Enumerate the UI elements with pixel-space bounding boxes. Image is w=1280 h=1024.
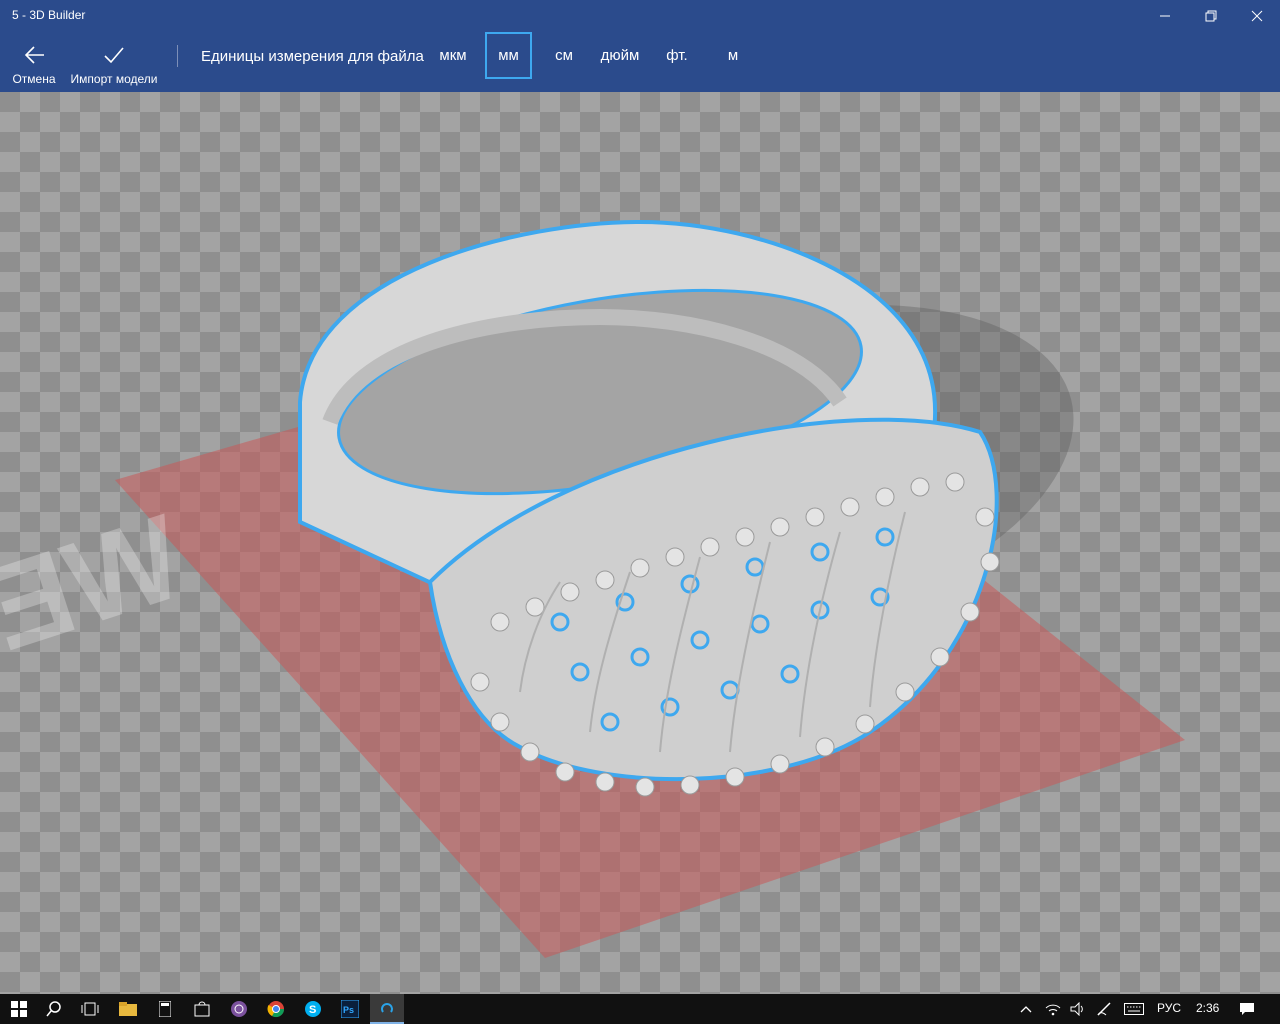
keyboard-icon xyxy=(1124,1003,1144,1015)
wifi-icon xyxy=(1045,1004,1061,1016)
minimize-button[interactable] xyxy=(1142,0,1188,32)
calculator-icon xyxy=(159,1001,171,1017)
network-button[interactable] xyxy=(1040,994,1066,1024)
pen-icon xyxy=(1097,1002,1111,1016)
close-button[interactable] xyxy=(1234,0,1280,32)
unit-micrometer[interactable]: мкм xyxy=(432,32,474,79)
chevron-up-icon xyxy=(1020,1006,1032,1013)
language-indicator[interactable]: РУС xyxy=(1157,1001,1181,1015)
action-center-button[interactable] xyxy=(1230,994,1264,1024)
clock[interactable]: 2:36 xyxy=(1196,1001,1219,1015)
taskbar: S Ps РУС 2:36 xyxy=(0,994,1280,1024)
viber-button[interactable] xyxy=(222,994,256,1024)
volume-button[interactable] xyxy=(1066,994,1090,1024)
unit-inch[interactable]: дюйм xyxy=(596,32,644,79)
photoshop-icon: Ps xyxy=(341,1000,359,1018)
cancel-button[interactable]: Отмена xyxy=(5,32,63,92)
import-model-button[interactable]: Импорт модели xyxy=(68,32,160,92)
file-explorer-button[interactable] xyxy=(111,994,145,1024)
unit-foot[interactable]: фт. xyxy=(659,32,695,79)
task-view-button[interactable] xyxy=(73,994,107,1024)
3d-viewport[interactable]: WEO xyxy=(0,92,1280,994)
skype-icon: S xyxy=(305,1001,321,1017)
back-arrow-icon xyxy=(24,46,44,64)
viber-icon xyxy=(231,1001,247,1017)
cancel-label: Отмена xyxy=(12,72,56,86)
restore-button[interactable] xyxy=(1188,0,1234,32)
store-icon xyxy=(194,1001,210,1017)
show-hidden-icons-button[interactable] xyxy=(1012,994,1040,1024)
pen-workspace-button[interactable] xyxy=(1092,994,1116,1024)
svg-text:Ps: Ps xyxy=(343,1005,354,1015)
speaker-icon xyxy=(1070,1002,1083,1016)
task-view-icon xyxy=(81,1002,99,1016)
units-label: Единицы измерения для файла xyxy=(201,48,424,65)
skype-button[interactable]: S xyxy=(296,994,330,1024)
import-model-label: Импорт модели xyxy=(70,72,158,86)
3d-builder-icon xyxy=(381,1003,393,1013)
checkmark-icon xyxy=(104,47,124,64)
touch-keyboard-button[interactable] xyxy=(1120,994,1148,1024)
import-toolbar: Отмена Импорт модели Единицы измерения д… xyxy=(0,32,1280,92)
calculator-button[interactable] xyxy=(148,994,182,1024)
3d-builder-taskbar-button[interactable] xyxy=(370,994,404,1024)
search-icon xyxy=(46,1001,61,1017)
scene-canvas: WEO xyxy=(0,219,1185,958)
toolbar-separator xyxy=(177,45,178,67)
close-icon xyxy=(1251,10,1263,22)
folder-icon xyxy=(119,1002,137,1016)
chrome-button[interactable] xyxy=(259,994,293,1024)
minimize-icon xyxy=(1160,15,1170,17)
photoshop-button[interactable]: Ps xyxy=(333,994,367,1024)
windows-logo-icon xyxy=(11,1001,27,1017)
title-bar: 5 - 3D Builder xyxy=(0,0,1280,32)
unit-centimeter[interactable]: см xyxy=(546,32,582,79)
unit-meter[interactable]: м xyxy=(717,32,749,79)
notification-icon xyxy=(1240,1003,1254,1015)
search-button[interactable] xyxy=(37,994,71,1024)
svg-text:S: S xyxy=(309,1004,316,1016)
restore-icon xyxy=(1205,10,1217,22)
chrome-icon xyxy=(267,1001,285,1018)
window-title: 5 - 3D Builder xyxy=(12,8,86,22)
store-button[interactable] xyxy=(185,994,219,1024)
unit-millimeter[interactable]: мм xyxy=(485,32,532,79)
start-button[interactable] xyxy=(2,994,36,1024)
